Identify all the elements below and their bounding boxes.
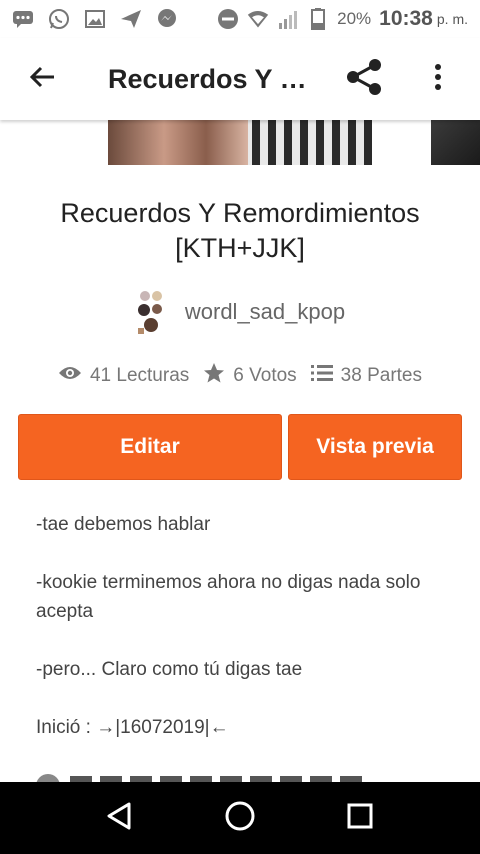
parts-stat: 38 Partes: [310, 364, 422, 388]
send-icon: [120, 8, 142, 30]
story-title: Recuerdos Y Remordimientos [KTH+JJK]: [60, 198, 420, 263]
description-line: -pero... Claro como tú digas tae: [36, 659, 303, 680]
do-not-disturb-icon: [217, 8, 239, 30]
messenger-icon: [156, 8, 178, 30]
votes-stat: 6 Votos: [203, 362, 297, 390]
partial-icon: [36, 774, 60, 782]
nav-home-button[interactable]: [216, 794, 264, 842]
parts-count: 38 Partes: [340, 365, 422, 386]
cover-photo-detail: [108, 120, 248, 165]
whatsapp-icon: [48, 8, 70, 30]
author-name[interactable]: wordl_sad_kpop: [185, 299, 345, 325]
battery-percent: 20%: [337, 9, 372, 28]
story-description: -tae debemos hablar -kookie terminemos a…: [36, 510, 446, 771]
nav-recents-button[interactable]: [336, 794, 384, 842]
description-line: -tae debemos hablar: [36, 514, 211, 535]
preview-button[interactable]: Vista previa: [288, 414, 462, 480]
battery-icon: [307, 8, 329, 30]
system-nav-bar: [0, 782, 480, 854]
app-bar: Recuerdos Y Remordimientos [KTH+JJK]: [0, 38, 480, 120]
story-stats: 41 Lecturas 6 Votos 38 Partes: [0, 362, 480, 390]
description-line: -kookie terminemos ahora no digas nada s…: [36, 572, 421, 622]
app-bar-title: Recuerdos Y Remordimientos [KTH+JJK]: [108, 63, 308, 94]
triangle-back-icon: [105, 801, 135, 836]
avatar[interactable]: [135, 288, 167, 336]
votes-count: 6 Votos: [233, 365, 297, 386]
chat-bubble-icon: [12, 8, 34, 30]
eye-icon: [58, 365, 82, 387]
story-cover-image[interactable]: [108, 120, 372, 165]
signal-icon: [277, 8, 299, 30]
wifi-icon: [247, 8, 269, 30]
more-options-button[interactable]: [418, 55, 458, 103]
status-bar: 20% 10:38 p. m.: [0, 0, 480, 38]
share-button[interactable]: [340, 55, 388, 103]
cover-carousel[interactable]: [0, 120, 480, 165]
share-icon: [344, 57, 384, 102]
square-recents-icon: [346, 802, 374, 835]
cut-off-next-row: [36, 772, 446, 782]
reads-count: 41 Lecturas: [89, 365, 190, 386]
description-line: Inició : →|16072019|←: [36, 717, 229, 738]
gallery-icon: [84, 8, 106, 30]
back-button[interactable]: [14, 51, 70, 107]
star-icon: [203, 362, 225, 390]
edit-button[interactable]: Editar: [18, 414, 282, 480]
circle-home-icon: [224, 800, 256, 837]
author-row[interactable]: wordl_sad_kpop: [0, 288, 480, 336]
clock-ampm: p. m.: [436, 11, 468, 27]
arrow-back-icon: [28, 63, 56, 96]
more-vert-icon: [433, 63, 443, 96]
next-cover-image[interactable]: [431, 120, 480, 165]
list-icon: [310, 364, 333, 388]
clock-time: 10:38: [379, 7, 433, 30]
action-buttons: Editar Vista previa: [18, 414, 462, 480]
nav-back-button[interactable]: [96, 794, 144, 842]
reads-stat: 41 Lecturas: [58, 365, 189, 387]
